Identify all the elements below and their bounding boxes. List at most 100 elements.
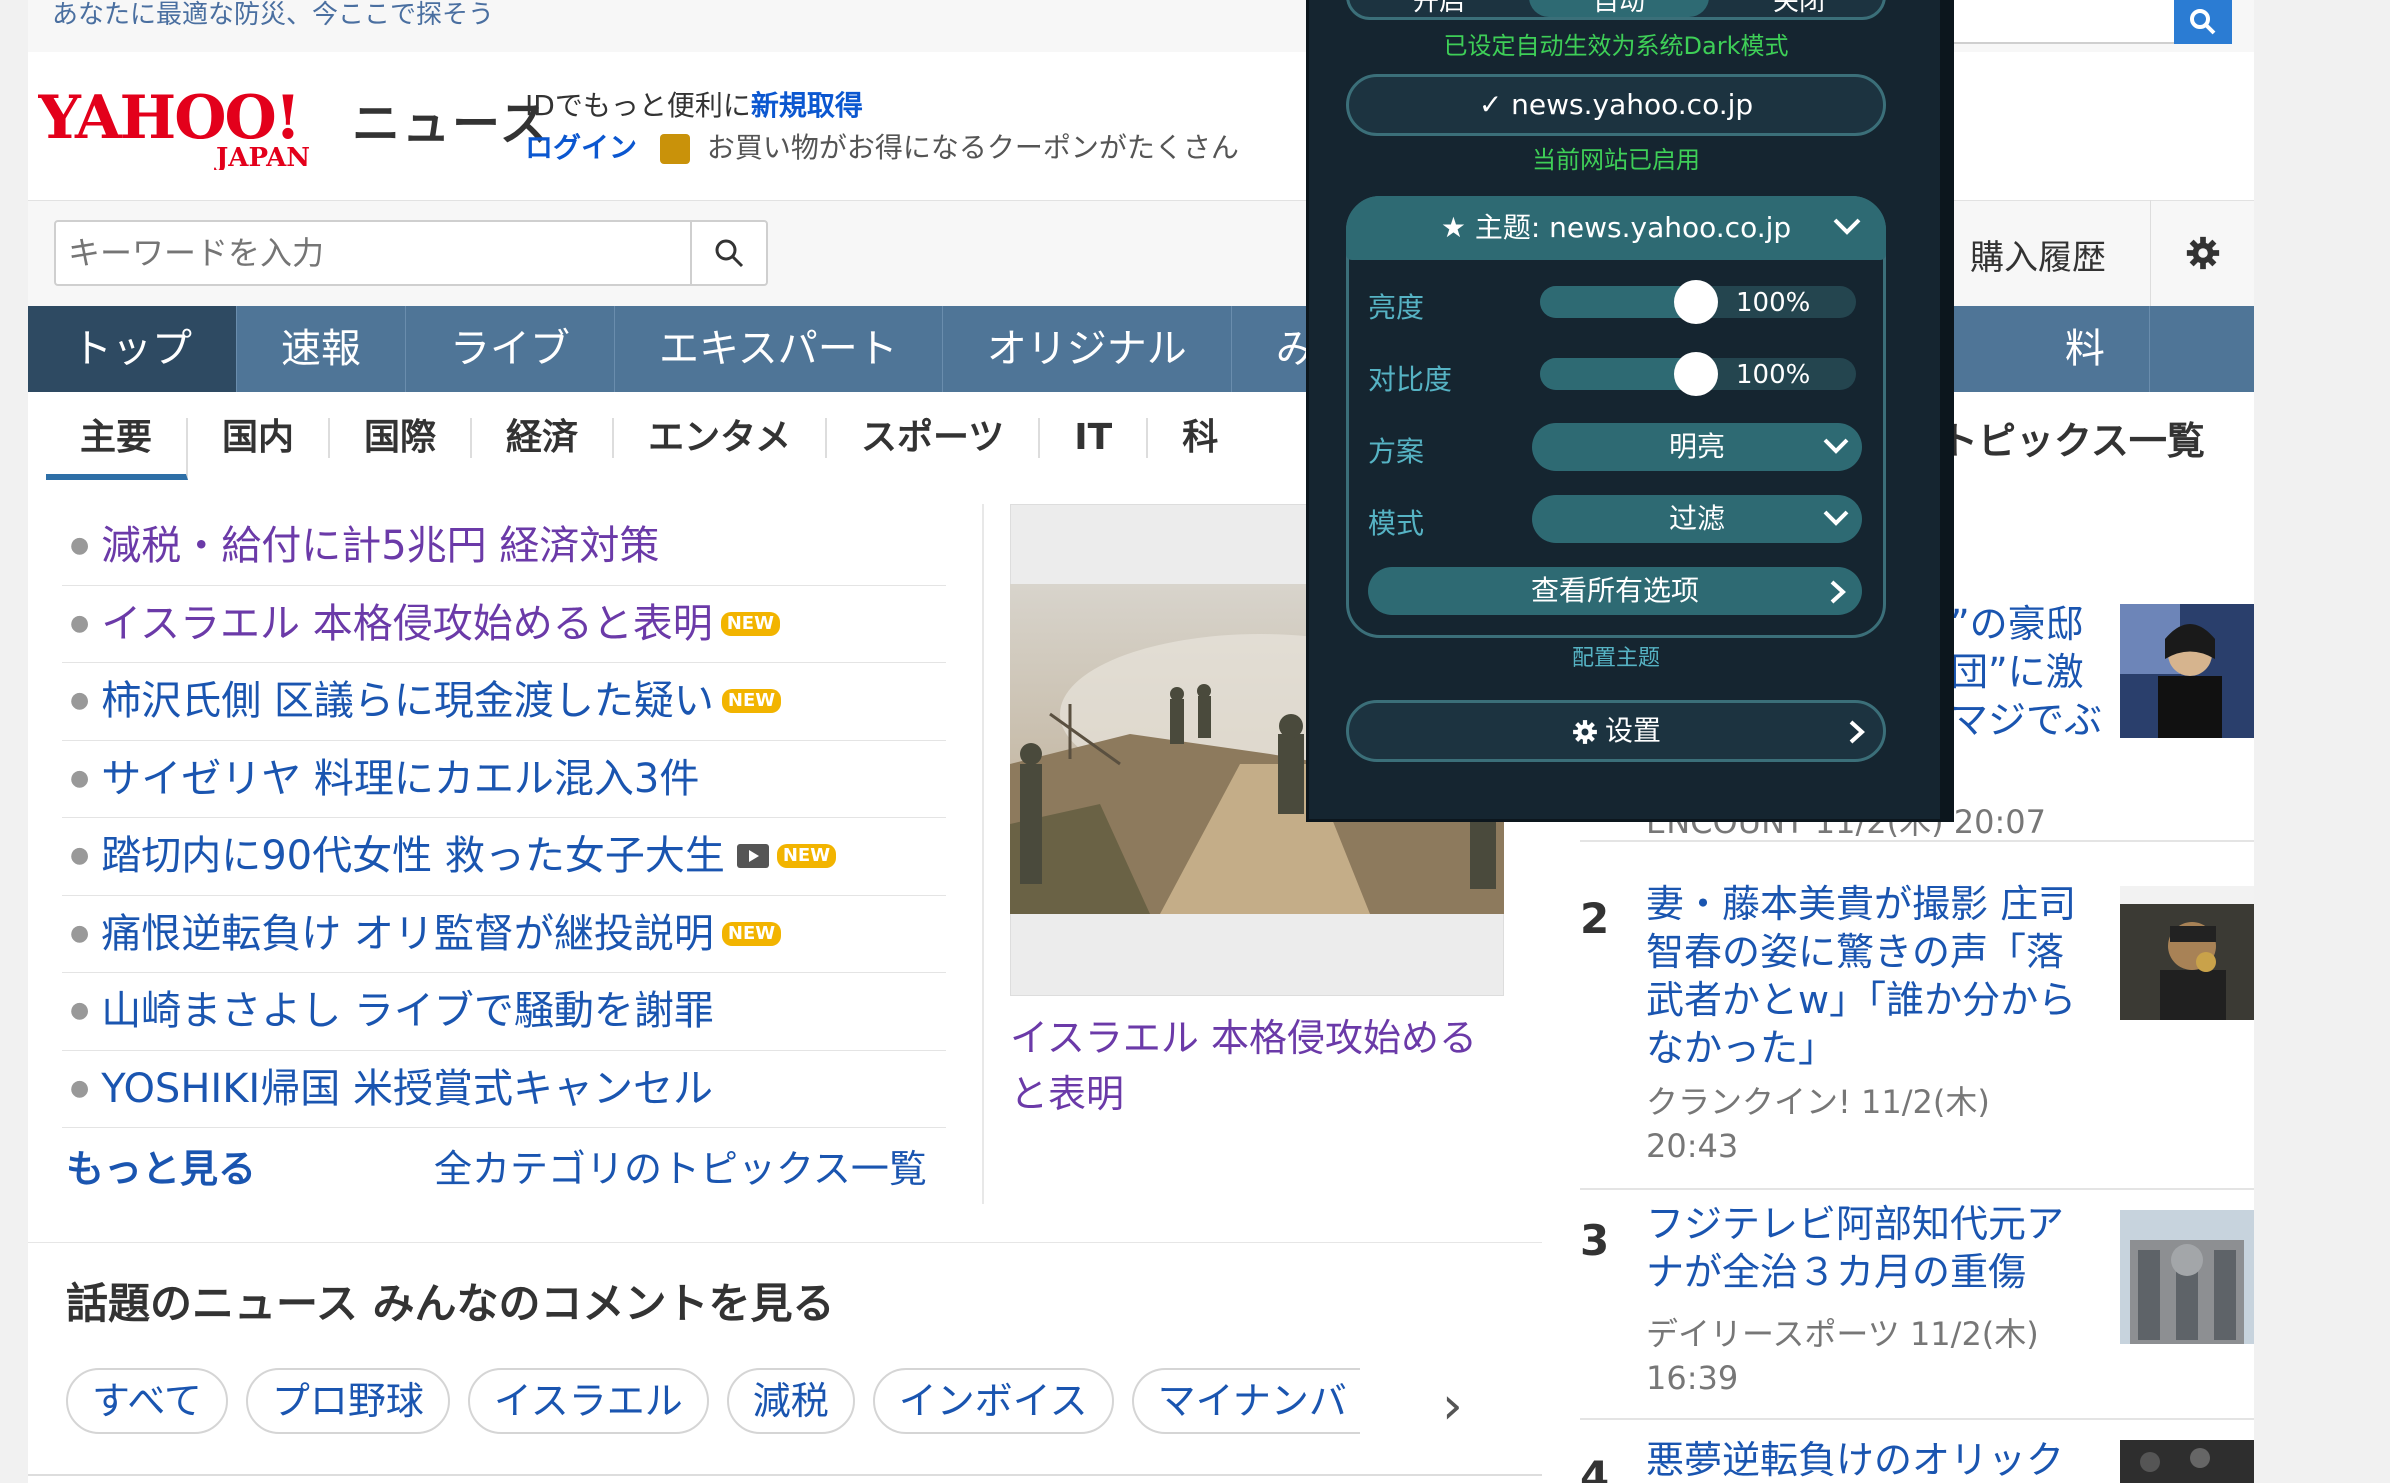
- search-icon: [2190, 9, 2216, 35]
- login-link[interactable]: ログイン: [525, 131, 637, 164]
- headline-text[interactable]: 痛恨逆転負け オリ監督が継投説明: [101, 910, 714, 958]
- nav-partial-right[interactable]: 料: [2021, 306, 2150, 392]
- chevron-down-icon: [1823, 438, 1849, 454]
- nav-live[interactable]: ライブ: [406, 306, 615, 392]
- headline-item[interactable]: ● 減税・給付に計5兆円 経済対策: [62, 508, 946, 586]
- tab-main[interactable]: 主要: [46, 418, 189, 480]
- settings-popup-button[interactable]: 设置: [1346, 700, 1886, 762]
- tab-international[interactable]: 国際: [330, 418, 473, 458]
- purchase-history-link[interactable]: 購入履歴: [1970, 230, 2106, 279]
- ranking-item[interactable]: 2 妻・藤本美貴が撮影 庄司智春の姿に驚きの声「落武者かとw」「誰か分からなかっ…: [1580, 870, 2254, 1190]
- ranking-thumbnail[interactable]: [2120, 886, 2254, 1020]
- chevron-right-icon: [1849, 720, 1865, 744]
- all-topics-link[interactable]: 全カテゴリのトピックス一覧: [434, 1138, 927, 1193]
- ranking-number: 4: [1580, 1452, 1610, 1483]
- mode-on-button[interactable]: 开启: [1349, 0, 1529, 17]
- contrast-knob[interactable]: [1674, 352, 1718, 396]
- ranking-title[interactable]: 妻・藤本美貴が撮影 庄司智春の姿に驚きの声「落武者かとw」「誰か分からなかった」: [1646, 880, 2086, 1072]
- video-icon: [736, 844, 769, 869]
- headline-item[interactable]: ● 踏切内に90代女性 救った女子大生 NEW: [62, 818, 946, 896]
- divider: [28, 1474, 1542, 1476]
- coupon-link[interactable]: お買い物がお得になるクーポンがたくさん: [707, 131, 1239, 164]
- auto-status-text: 已设定自动生效为系统Dark模式: [1443, 32, 1789, 60]
- headline-item[interactable]: ● YOSHIKI帰国 米授賞式キャンセル: [62, 1051, 946, 1128]
- ranking-thumbnail[interactable]: [2120, 1210, 2254, 1344]
- ranking-title[interactable]: 悪夢逆転負けのオリック: [1646, 1436, 2086, 1483]
- all-options-button[interactable]: 查看所有选项: [1368, 567, 1862, 615]
- headline-text[interactable]: サイゼリヤ 料理にカエル混入3件: [101, 755, 699, 803]
- banner-link[interactable]: あなたに最適な防災、今ここで探そう: [52, 0, 494, 30]
- site-toggle-button[interactable]: ✓ news.yahoo.co.jp: [1346, 74, 1886, 136]
- headline-text[interactable]: YOSHIKI帰国 米授賞式キャンセル: [101, 1065, 713, 1113]
- coupon-icon: [659, 134, 690, 164]
- ranking-meta: デイリースポーツ 11/2(木) 16:39: [1646, 1312, 2086, 1400]
- yahoo-japan-logo[interactable]: YAHOO! JAPAN: [37, 80, 348, 173]
- nav-expert[interactable]: エキスパート: [615, 306, 943, 392]
- chip-baseball[interactable]: プロ野球: [245, 1368, 450, 1434]
- nav-breaking[interactable]: 速報: [237, 306, 406, 392]
- headline-item[interactable]: ● イスラエル 本格侵攻始めると表明 NEW: [62, 586, 946, 663]
- search-button[interactable]: [690, 220, 768, 286]
- headline-item[interactable]: ● 柿沢氏側 区議らに現金渡した疑い NEW: [62, 663, 946, 741]
- tab-it[interactable]: IT: [1040, 418, 1149, 458]
- register-link[interactable]: 新規取得: [751, 89, 863, 122]
- headline-item[interactable]: ● 痛恨逆転負け オリ監督が継投説明 NEW: [62, 896, 946, 973]
- settings-button[interactable]: [2150, 200, 2254, 306]
- theme-header[interactable]: ★ 主题: news.yahoo.co.jp: [1346, 196, 1886, 260]
- chip-tax-cut[interactable]: 減税: [726, 1368, 855, 1434]
- news-section-title[interactable]: ニュース: [352, 84, 550, 154]
- scheme-value: 明亮: [1668, 430, 1725, 463]
- tab-sports[interactable]: スポーツ: [827, 418, 1041, 458]
- headline-text[interactable]: イスラエル 本格侵攻始めると表明: [101, 600, 713, 648]
- bullet-icon: ●: [70, 610, 90, 636]
- ranking-date: 11/2(木): [1861, 1083, 1990, 1121]
- top-search-button[interactable]: [2174, 0, 2232, 44]
- headline-text[interactable]: 山崎まさよし ライブで騒動を謝罪: [101, 987, 714, 1035]
- mode-value: 过滤: [1668, 502, 1725, 535]
- headline-text[interactable]: 踏切内に90代女性 救った女子大生: [101, 832, 725, 880]
- photo-caption[interactable]: イスラエル 本格侵攻始めると表明: [1010, 1010, 1510, 1122]
- ranking-item[interactable]: 4 悪夢逆転負けのオリック: [1580, 1420, 2254, 1483]
- tab-economy[interactable]: 経済: [472, 418, 615, 458]
- headline-text[interactable]: 減税・給付に計5兆円 経済対策: [101, 522, 659, 570]
- chip-invoice[interactable]: インボイス: [872, 1368, 1114, 1434]
- chevron-right-icon[interactable]: ›: [1442, 1376, 1463, 1436]
- chip-israel[interactable]: イスラエル: [467, 1368, 709, 1434]
- ranking-thumbnail[interactable]: [2120, 1440, 2254, 1483]
- mode-select[interactable]: 过滤: [1532, 495, 1862, 543]
- ranking-title[interactable]: ”の豪邸 団”に激 マジでぶ: [1950, 600, 2110, 744]
- trending-title: 話題のニュース みんなのコメントを見る: [66, 1279, 835, 1328]
- tab-entertainment[interactable]: エンタメ: [614, 418, 827, 458]
- ranking-time: 16:39: [1646, 1359, 1739, 1397]
- chevron-down-icon: [1823, 510, 1849, 526]
- nav-original[interactable]: オリジナル: [943, 306, 1232, 392]
- ranking-title[interactable]: フジテレビ阿部知代元アナが全治３カ月の重傷: [1646, 1200, 2086, 1296]
- brightness-value: 100%: [1736, 288, 1811, 318]
- popup-scrollbar[interactable]: [1940, 0, 1954, 822]
- contrast-label: 对比度: [1368, 363, 1453, 396]
- ranking-time: 20:43: [1646, 1127, 1739, 1165]
- mode-off-button[interactable]: 关闭: [1709, 0, 1889, 17]
- scheme-select[interactable]: 明亮: [1532, 423, 1862, 471]
- ranking-item[interactable]: 3 フジテレビ阿部知代元アナが全治３カ月の重傷 デイリースポーツ 11/2(木)…: [1580, 1190, 2254, 1420]
- headline-text[interactable]: 柿沢氏側 区議らに現金渡した疑い: [101, 677, 714, 725]
- chip-all[interactable]: すべて: [66, 1368, 228, 1434]
- config-theme-link[interactable]: 配置主题: [1346, 640, 1886, 672]
- mode-toggle-group: 开启 自动 关闭: [1346, 0, 1886, 20]
- more-link[interactable]: もっと見る: [66, 1138, 256, 1193]
- ranking-thumbnail[interactable]: [2120, 604, 2254, 738]
- settings-label: 设置: [1604, 714, 1661, 747]
- nav-top[interactable]: トップ: [28, 306, 237, 392]
- chip-mynumber[interactable]: マイナンバ: [1131, 1368, 1360, 1434]
- top-search-input[interactable]: [1950, 0, 2175, 44]
- topics-list-link[interactable]: トピックス一覧: [1940, 410, 2205, 465]
- headline-item[interactable]: ● サイゼリヤ 料理にカエル混入3件: [62, 741, 946, 818]
- mode-auto-button[interactable]: 自动: [1529, 0, 1709, 17]
- theme-title: ★ 主题: news.yahoo.co.jp: [1440, 211, 1792, 244]
- search-input[interactable]: [54, 220, 692, 286]
- topic-chips: すべて プロ野球 イスラエル 減税 インボイス マイナンバ: [66, 1368, 1360, 1434]
- headline-item[interactable]: ● 山崎まさよし ライブで騒動を謝罪: [62, 973, 946, 1051]
- tab-domestic[interactable]: 国内: [188, 418, 331, 458]
- brightness-knob[interactable]: [1674, 280, 1718, 324]
- tab-science[interactable]: 科: [1148, 418, 1252, 458]
